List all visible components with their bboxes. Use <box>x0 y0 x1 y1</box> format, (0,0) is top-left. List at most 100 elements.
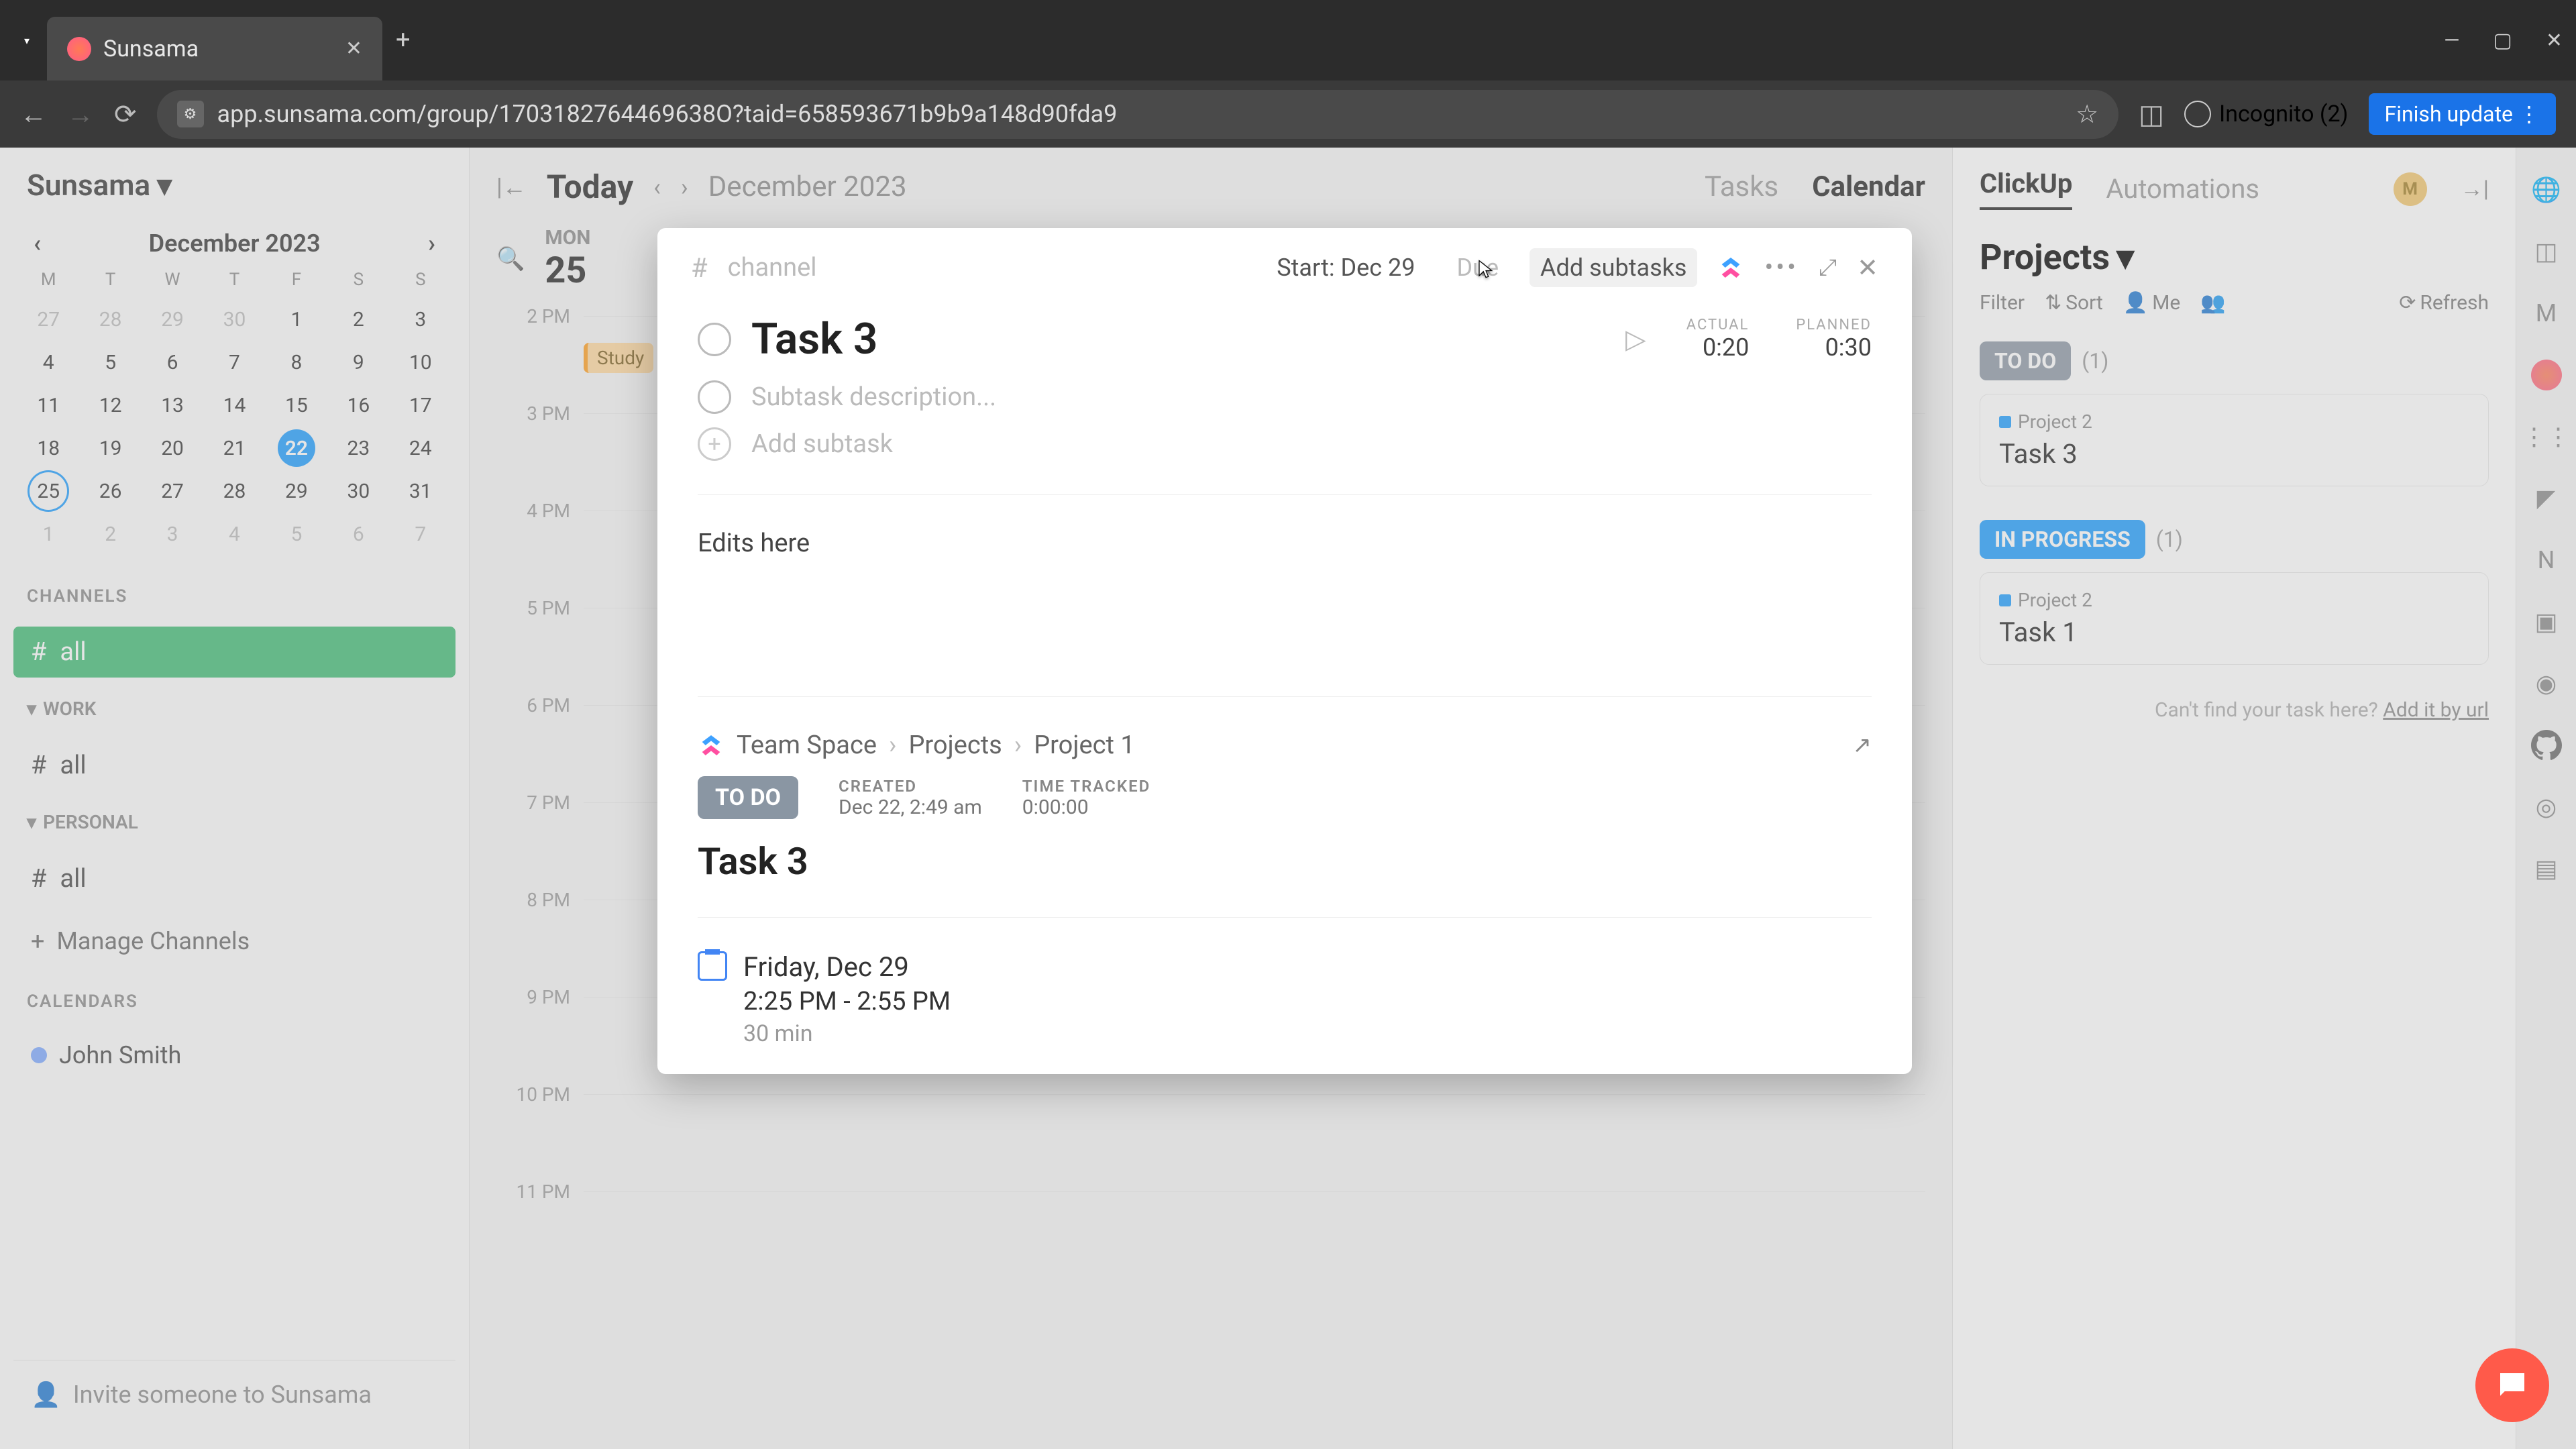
side-panel-icon[interactable]: ◫ <box>2139 99 2164 130</box>
calendar-day[interactable]: 6 <box>339 515 377 553</box>
rail-archive-icon[interactable]: ▤ <box>2531 853 2562 884</box>
channel-work-all[interactable]: # all <box>13 740 455 791</box>
reload-button[interactable]: ⟳ <box>114 99 137 130</box>
refresh-button[interactable]: ⟳ Refresh <box>2399 291 2489 315</box>
calendar-day[interactable]: 4 <box>215 515 253 553</box>
new-tab-button[interactable]: + <box>396 25 411 55</box>
calendar-day[interactable]: 31 <box>402 472 439 510</box>
clickup-breadcrumb[interactable]: Team Space › Projects › Project 1 ↗ <box>698 731 1872 760</box>
calendar-day[interactable]: 4 <box>30 343 67 381</box>
rail-asana-icon[interactable]: ⋮⋮ <box>2531 421 2562 452</box>
add-subtask-icon[interactable]: + <box>698 427 731 461</box>
actual-value[interactable]: 0:20 <box>1686 333 1750 362</box>
calendar-day[interactable]: 6 <box>154 343 191 381</box>
planned-value[interactable]: 0:30 <box>1796 333 1872 362</box>
rail-notion-icon[interactable]: N <box>2531 545 2562 576</box>
calendar-day[interactable]: 21 <box>215 429 253 467</box>
task-title-input[interactable]: Task 3 <box>751 314 1605 364</box>
rail-linear-icon[interactable]: ◤ <box>2531 483 2562 514</box>
calendar-day[interactable]: 23 <box>339 429 377 467</box>
projects-dropdown[interactable]: Projects ▾ <box>1980 237 2489 278</box>
tab-clickup[interactable]: ClickUp <box>1980 168 2072 210</box>
rail-teams-icon[interactable]: ▣ <box>2531 606 2562 637</box>
calendar-day[interactable]: 10 <box>402 343 439 381</box>
prev-day-button[interactable]: ‹ <box>653 173 661 201</box>
calendar-day[interactable]: 15 <box>278 386 315 424</box>
calendar-day[interactable]: 27 <box>30 301 67 338</box>
filter-button[interactable]: Filter <box>1980 291 2025 315</box>
open-external-icon[interactable]: ↗ <box>1853 732 1872 759</box>
calendar-day[interactable]: 2 <box>92 515 129 553</box>
channel-input[interactable]: channel <box>728 253 817 282</box>
subtask-description-input[interactable]: Subtask description... <box>751 382 996 412</box>
calendar-day[interactable]: 28 <box>215 472 253 510</box>
tab-automations[interactable]: Automations <box>2106 173 2259 205</box>
address-bar[interactable]: ⚙ app.sunsama.com/group/1703182764469638… <box>157 90 2119 139</box>
calendar-day[interactable]: 1 <box>30 515 67 553</box>
minimize-icon[interactable]: — <box>2444 29 2459 52</box>
tab-calendar[interactable]: Calendar <box>1812 170 1925 203</box>
site-settings-icon[interactable]: ⚙ <box>177 101 204 127</box>
calendar-day[interactable]: 27 <box>154 472 191 510</box>
calendar-day[interactable]: 14 <box>215 386 253 424</box>
user-avatar[interactable]: M <box>2394 172 2427 206</box>
status-inprogress-pill[interactable]: IN PROGRESS <box>1980 520 2145 559</box>
expand-panel-icon[interactable]: →| <box>2461 176 2489 203</box>
add-subtask-button[interactable]: Add subtask <box>751 429 893 459</box>
personal-section-toggle[interactable]: ▾ PERSONAL <box>13 804 455 840</box>
linked-status-pill[interactable]: TO DO <box>698 776 798 819</box>
next-day-button[interactable]: › <box>681 173 688 201</box>
calendar-day[interactable]: 3 <box>154 515 191 553</box>
manage-channels-button[interactable]: + Manage Channels <box>13 918 455 965</box>
subtask-checkbox[interactable] <box>698 380 731 414</box>
calendar-user[interactable]: John Smith <box>13 1032 455 1079</box>
calendar-day[interactable]: 12 <box>92 386 129 424</box>
calendar-day[interactable]: 17 <box>402 386 439 424</box>
invite-link[interactable]: 👤 Invite someone to Sunsama <box>13 1360 455 1429</box>
browser-tab[interactable]: Sunsama ✕ <box>47 17 382 80</box>
calendar-day[interactable]: 24 <box>402 429 439 467</box>
calendar-day[interactable]: 26 <box>92 472 129 510</box>
rail-panel-icon[interactable]: ◫ <box>2531 236 2562 267</box>
calendar-day[interactable]: 8 <box>278 343 315 381</box>
back-button[interactable]: ← <box>20 99 47 130</box>
calendar-event-study[interactable]: Study <box>584 343 653 373</box>
calendar-day[interactable]: 9 <box>339 343 377 381</box>
calendar-day[interactable]: 13 <box>154 386 191 424</box>
calendar-day[interactable]: 25 <box>30 472 67 510</box>
task-card-task3[interactable]: Project 2 Task 3 <box>1980 394 2489 486</box>
today-label[interactable]: Today <box>547 168 633 206</box>
finish-update-button[interactable]: Finish update ⋮ <box>2369 93 2557 135</box>
task-card-task1[interactable]: Project 2 Task 1 <box>1980 572 2489 665</box>
calendar-day[interactable]: 29 <box>278 472 315 510</box>
rail-gmail-icon[interactable]: M <box>2531 298 2562 329</box>
collapse-sidebar-icon[interactable]: |← <box>496 173 527 201</box>
rail-github-icon[interactable] <box>2531 730 2562 761</box>
calendar-day[interactable]: 5 <box>278 515 315 553</box>
add-subtasks-button[interactable]: Add subtasks <box>1529 248 1697 287</box>
people-filter-icon[interactable]: 👥 <box>2200 291 2225 315</box>
rail-globe-icon[interactable]: 🌐 <box>2531 174 2562 205</box>
tab-search-dropdown[interactable]: ▾ <box>13 27 40 54</box>
work-section-toggle[interactable]: ▾ WORK <box>13 691 455 727</box>
calendar-day[interactable]: 11 <box>30 386 67 424</box>
next-month-button[interactable]: › <box>428 229 435 258</box>
close-window-icon[interactable]: ✕ <box>2546 29 2563 52</box>
rail-basecamp-icon[interactable]: ◉ <box>2531 668 2562 699</box>
sort-button[interactable]: ⇅Sort <box>2045 291 2103 315</box>
calendar-day[interactable]: 2 <box>339 301 377 338</box>
me-filter-button[interactable]: 👤Me <box>2123 291 2180 315</box>
calendar-day[interactable]: 18 <box>30 429 67 467</box>
status-todo-pill[interactable]: TO DO <box>1980 341 2071 380</box>
channel-personal-all[interactable]: # all <box>13 853 455 904</box>
calendar-day[interactable]: 20 <box>154 429 191 467</box>
clickup-icon[interactable] <box>1717 254 1744 281</box>
calendar-day[interactable]: 16 <box>339 386 377 424</box>
bookmark-star-icon[interactable]: ☆ <box>2076 99 2098 129</box>
channel-all-active[interactable]: # all <box>13 627 455 678</box>
calendar-day[interactable]: 19 <box>92 429 129 467</box>
calendar-day[interactable]: 1 <box>278 301 315 338</box>
calendar-day[interactable]: 5 <box>92 343 129 381</box>
expand-modal-icon[interactable]: ⤢ <box>1819 254 1837 281</box>
add-by-url-link[interactable]: Add it by url <box>2383 698 2489 722</box>
